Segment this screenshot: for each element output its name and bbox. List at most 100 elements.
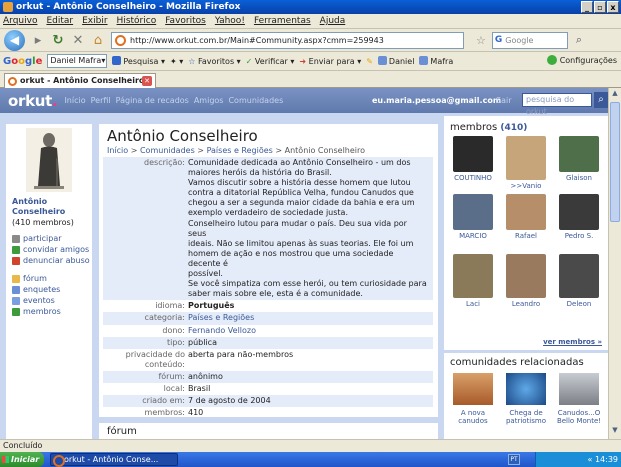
breadcrumb-current: Antônio Conselheiro bbox=[284, 146, 366, 155]
member-item[interactable]: MARCIO bbox=[448, 194, 498, 240]
orkut-header: orkut. Início Perfil Página de recados A… bbox=[0, 88, 608, 116]
nav-amigos[interactable]: Amigos bbox=[194, 96, 224, 105]
orkut-search-input[interactable]: pesquisa do orkut bbox=[522, 93, 592, 116]
community-member-count: (410 membros) bbox=[12, 218, 74, 227]
member-item[interactable]: Laci bbox=[448, 254, 498, 308]
search-engine-placeholder: Google bbox=[505, 35, 534, 45]
minimize-button[interactable]: _ bbox=[581, 1, 593, 13]
user-email[interactable]: eu.maria.pessoa@gmail.com bbox=[372, 96, 501, 105]
page-scrollbar[interactable]: ▲ ▼ bbox=[608, 88, 621, 439]
logout-link[interactable]: Sair bbox=[496, 96, 512, 105]
members-panel-title: membros (410) bbox=[450, 122, 528, 133]
tab-orkut[interactable]: orkut - Antônio Conselheiro ✕ bbox=[4, 73, 156, 88]
stop-button[interactable]: ✕ bbox=[71, 33, 85, 48]
member-item[interactable]: Rafael bbox=[501, 194, 551, 240]
google-star-icon[interactable]: ✦ ▾ bbox=[170, 57, 183, 66]
polls-link[interactable]: enquetes bbox=[12, 285, 60, 294]
join-link[interactable]: participar bbox=[12, 234, 62, 243]
scroll-down-arrow[interactable]: ▼ bbox=[610, 426, 620, 438]
nav-perfil[interactable]: Perfil bbox=[91, 96, 111, 105]
forum-icon bbox=[12, 274, 20, 283]
google-check-button[interactable]: ✓ Verificar ▾ bbox=[246, 57, 295, 66]
related-communities-title: comunidades relacionadas bbox=[450, 357, 584, 368]
google-settings-button[interactable]: Configurações bbox=[546, 55, 617, 65]
nav-comunidades[interactable]: Comunidades bbox=[228, 96, 283, 105]
breadcrumb-inicio[interactable]: Início bbox=[107, 146, 128, 155]
see-all-members-link[interactable]: ver membros » bbox=[543, 338, 602, 346]
menu-historico[interactable]: Histórico bbox=[117, 16, 157, 26]
nav-recados[interactable]: Página de recados bbox=[116, 96, 189, 105]
info-row-description: descrição: Comunidade dedicada ao Antôni… bbox=[103, 157, 433, 301]
category-link[interactable]: Países e Regiões bbox=[188, 313, 433, 323]
menu-favoritos[interactable]: Favoritos bbox=[165, 16, 206, 26]
nav-inicio[interactable]: Início bbox=[64, 96, 85, 105]
search-engine-box[interactable]: G Google bbox=[491, 31, 568, 49]
related-communities-panel: comunidades relacionadas A nova canudos … bbox=[444, 353, 608, 439]
related-community-photo bbox=[453, 373, 493, 405]
reload-button[interactable]: ↻ bbox=[51, 33, 65, 48]
report-abuse-link[interactable]: denunciar abuso bbox=[12, 256, 90, 265]
address-bar[interactable]: http://www.orkut.com.br/Main#Community.a… bbox=[111, 31, 464, 49]
close-window-button[interactable]: x bbox=[607, 1, 619, 13]
magnifier-icon[interactable]: ⌕ bbox=[576, 33, 582, 47]
invite-friends-link[interactable]: convidar amigos bbox=[12, 245, 89, 254]
tab-favicon bbox=[8, 77, 17, 86]
members-link[interactable]: membros bbox=[12, 307, 61, 316]
member-item[interactable]: Glaison bbox=[554, 136, 604, 182]
community-description: Comunidade dedicada ao Antônio Conselhei… bbox=[188, 158, 427, 299]
related-community-item[interactable]: Chega de patriotismo bbox=[501, 373, 551, 425]
window-titlebar: orkut - Antônio Conselheiro - Mozilla Fi… bbox=[0, 0, 621, 14]
community-name[interactable]: Antônio Conselheiro bbox=[12, 197, 92, 217]
maximize-button[interactable]: ▫ bbox=[594, 1, 606, 13]
menu-ferramentas[interactable]: Ferramentas bbox=[254, 16, 311, 26]
back-button[interactable]: ◀ bbox=[4, 29, 25, 51]
menu-yahoo[interactable]: Yahoo! bbox=[215, 16, 245, 26]
member-item[interactable]: Pedro S. bbox=[554, 194, 604, 240]
scrollbar-thumb[interactable] bbox=[610, 102, 620, 222]
taskbar-firefox-item[interactable]: orkut - Antônio Conse... bbox=[50, 453, 178, 467]
forum-link[interactable]: fórum bbox=[12, 274, 47, 283]
breadcrumb-comunidades[interactable]: Comunidades bbox=[140, 146, 195, 155]
close-tab-icon[interactable]: ✕ bbox=[142, 76, 152, 86]
address-url: http://www.orkut.com.br/Main#Community.a… bbox=[130, 35, 384, 45]
bookmark-star-icon[interactable]: ☆ bbox=[476, 34, 486, 47]
google-highlight-icon[interactable]: ✎ bbox=[366, 57, 373, 66]
info-row-forum: fórum: anônimo bbox=[103, 370, 433, 383]
menu-ajuda[interactable]: Ajuda bbox=[320, 16, 346, 26]
member-item[interactable]: Leandro bbox=[501, 254, 551, 308]
events-icon bbox=[12, 296, 20, 305]
menu-exibir[interactable]: Exibir bbox=[82, 16, 107, 26]
google-search-button[interactable]: Pesquisa ▾ bbox=[112, 56, 165, 66]
google-daniel-button[interactable]: Daniel bbox=[377, 56, 414, 66]
google-toolbar: Google Daniel Mafra Pesquisa ▾ ✦ ▾ ☆ Fav… bbox=[0, 52, 621, 71]
orkut-logo[interactable]: orkut. bbox=[8, 92, 58, 110]
google-send-button[interactable]: ➜ Enviar para ▾ bbox=[299, 57, 361, 66]
google-mafra-button[interactable]: Mafra bbox=[419, 56, 453, 66]
owner-link[interactable]: Fernando Vellozo bbox=[188, 326, 433, 336]
start-button[interactable]: Iniciar bbox=[0, 452, 44, 467]
member-item[interactable]: >>Vanio bbox=[501, 136, 551, 190]
member-item[interactable]: Deleon bbox=[554, 254, 604, 308]
home-button[interactable]: ⌂ bbox=[91, 33, 105, 48]
breadcrumb: Início > Comunidades > Países e Regiões … bbox=[107, 146, 366, 155]
orkut-search-button[interactable]: ⌕ bbox=[594, 92, 608, 108]
google-favorites-button[interactable]: ☆ Favoritos ▾ bbox=[188, 57, 240, 66]
community-photo[interactable] bbox=[26, 128, 72, 192]
system-tray: PT « 14:39 bbox=[508, 452, 621, 467]
member-photo bbox=[506, 136, 546, 180]
profile-icon bbox=[419, 56, 429, 65]
events-link[interactable]: eventos bbox=[12, 296, 55, 305]
menu-editar[interactable]: Editar bbox=[46, 16, 73, 26]
scroll-up-arrow[interactable]: ▲ bbox=[610, 89, 620, 101]
members-panel: membros (410) COUTINHO >>Vanio Glaison M… bbox=[444, 116, 608, 350]
related-community-item[interactable]: Canudos...O Bello Monte! bbox=[554, 373, 604, 425]
related-community-item[interactable]: A nova canudos bbox=[448, 373, 498, 425]
profile-icon bbox=[377, 56, 387, 65]
language-indicator[interactable]: PT bbox=[508, 454, 520, 465]
menu-arquivo[interactable]: Arquivo bbox=[3, 16, 37, 26]
google-account-select[interactable]: Daniel Mafra bbox=[47, 54, 108, 68]
breadcrumb-category[interactable]: Países e Regiões bbox=[207, 146, 273, 155]
member-item[interactable]: COUTINHO bbox=[448, 136, 498, 182]
forward-button[interactable]: ▸ bbox=[31, 33, 45, 48]
related-community-photo bbox=[506, 373, 546, 405]
